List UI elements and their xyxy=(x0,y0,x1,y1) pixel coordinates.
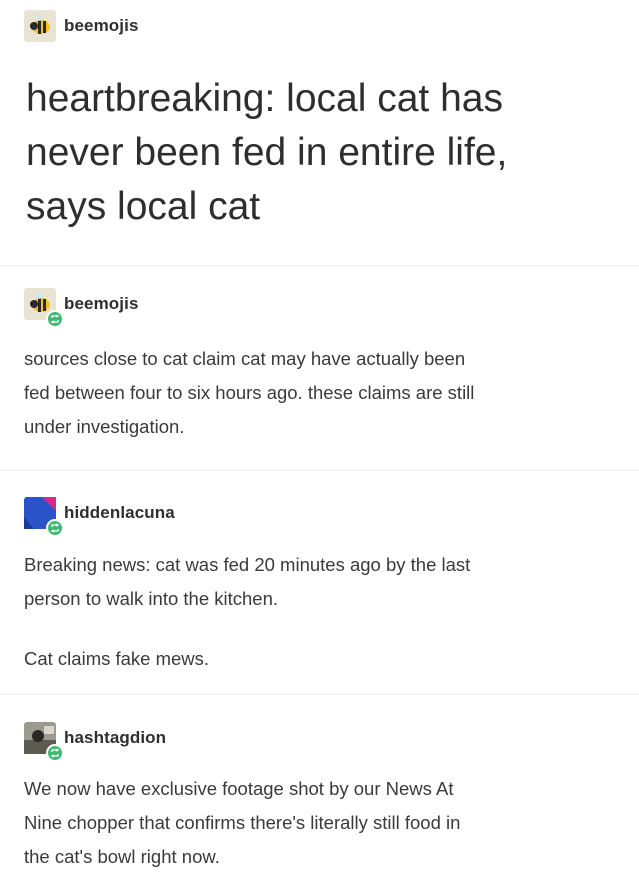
reblog-username[interactable]: hiddenlacuna xyxy=(64,503,175,523)
reblog-username[interactable]: hashtagdion xyxy=(64,728,166,748)
bee-emoji-avatar-icon[interactable] xyxy=(24,10,56,42)
divider xyxy=(0,470,639,471)
op-header: beemojis xyxy=(24,10,139,42)
divider xyxy=(0,265,639,266)
reblog-header: beemojis xyxy=(24,288,139,328)
text-line: sources close to cat claim cat may have … xyxy=(24,348,466,369)
blue-magenta-avatar-icon[interactable] xyxy=(24,497,64,537)
text-line: We now have exclusive footage shot by ou… xyxy=(24,778,454,799)
post-title: heartbreaking: local cat has never been … xyxy=(26,72,626,234)
reblog-text-extra: Cat claims fake mews. xyxy=(24,642,624,676)
reblog-text: We now have exclusive footage shot by ou… xyxy=(24,772,624,874)
title-line: never been fed in entire life, xyxy=(26,131,508,174)
reblog-text: sources close to cat claim cat may have … xyxy=(24,342,624,444)
text-line: under investigation. xyxy=(24,416,185,437)
title-line: heartbreaking: local cat has xyxy=(26,77,503,120)
reblog-badge-icon xyxy=(46,310,64,328)
reblog-text: Breaking news: cat was fed 20 minutes ag… xyxy=(24,548,624,616)
text-line: Cat claims fake mews. xyxy=(24,648,210,669)
text-line: fed between four to six hours ago. these… xyxy=(24,382,475,403)
bee-emoji-avatar-icon[interactable] xyxy=(24,288,64,328)
text-line: Breaking news: cat was fed 20 minutes ag… xyxy=(24,554,471,575)
op-username[interactable]: beemojis xyxy=(64,16,139,36)
title-line: says local cat xyxy=(26,185,261,228)
text-line: person to walk into the kitchen. xyxy=(24,588,279,609)
photo-avatar-icon[interactable] xyxy=(24,722,64,762)
reblog-header: hiddenlacuna xyxy=(24,497,175,537)
reblog-badge-icon xyxy=(46,519,64,537)
text-line: the cat's bowl right now. xyxy=(24,846,220,867)
reblog-badge-icon xyxy=(46,744,64,762)
text-line: Nine chopper that confirms there's liter… xyxy=(24,812,461,833)
reblog-header: hashtagdion xyxy=(24,722,166,762)
divider xyxy=(0,694,639,695)
reblog-username[interactable]: beemojis xyxy=(64,294,139,314)
